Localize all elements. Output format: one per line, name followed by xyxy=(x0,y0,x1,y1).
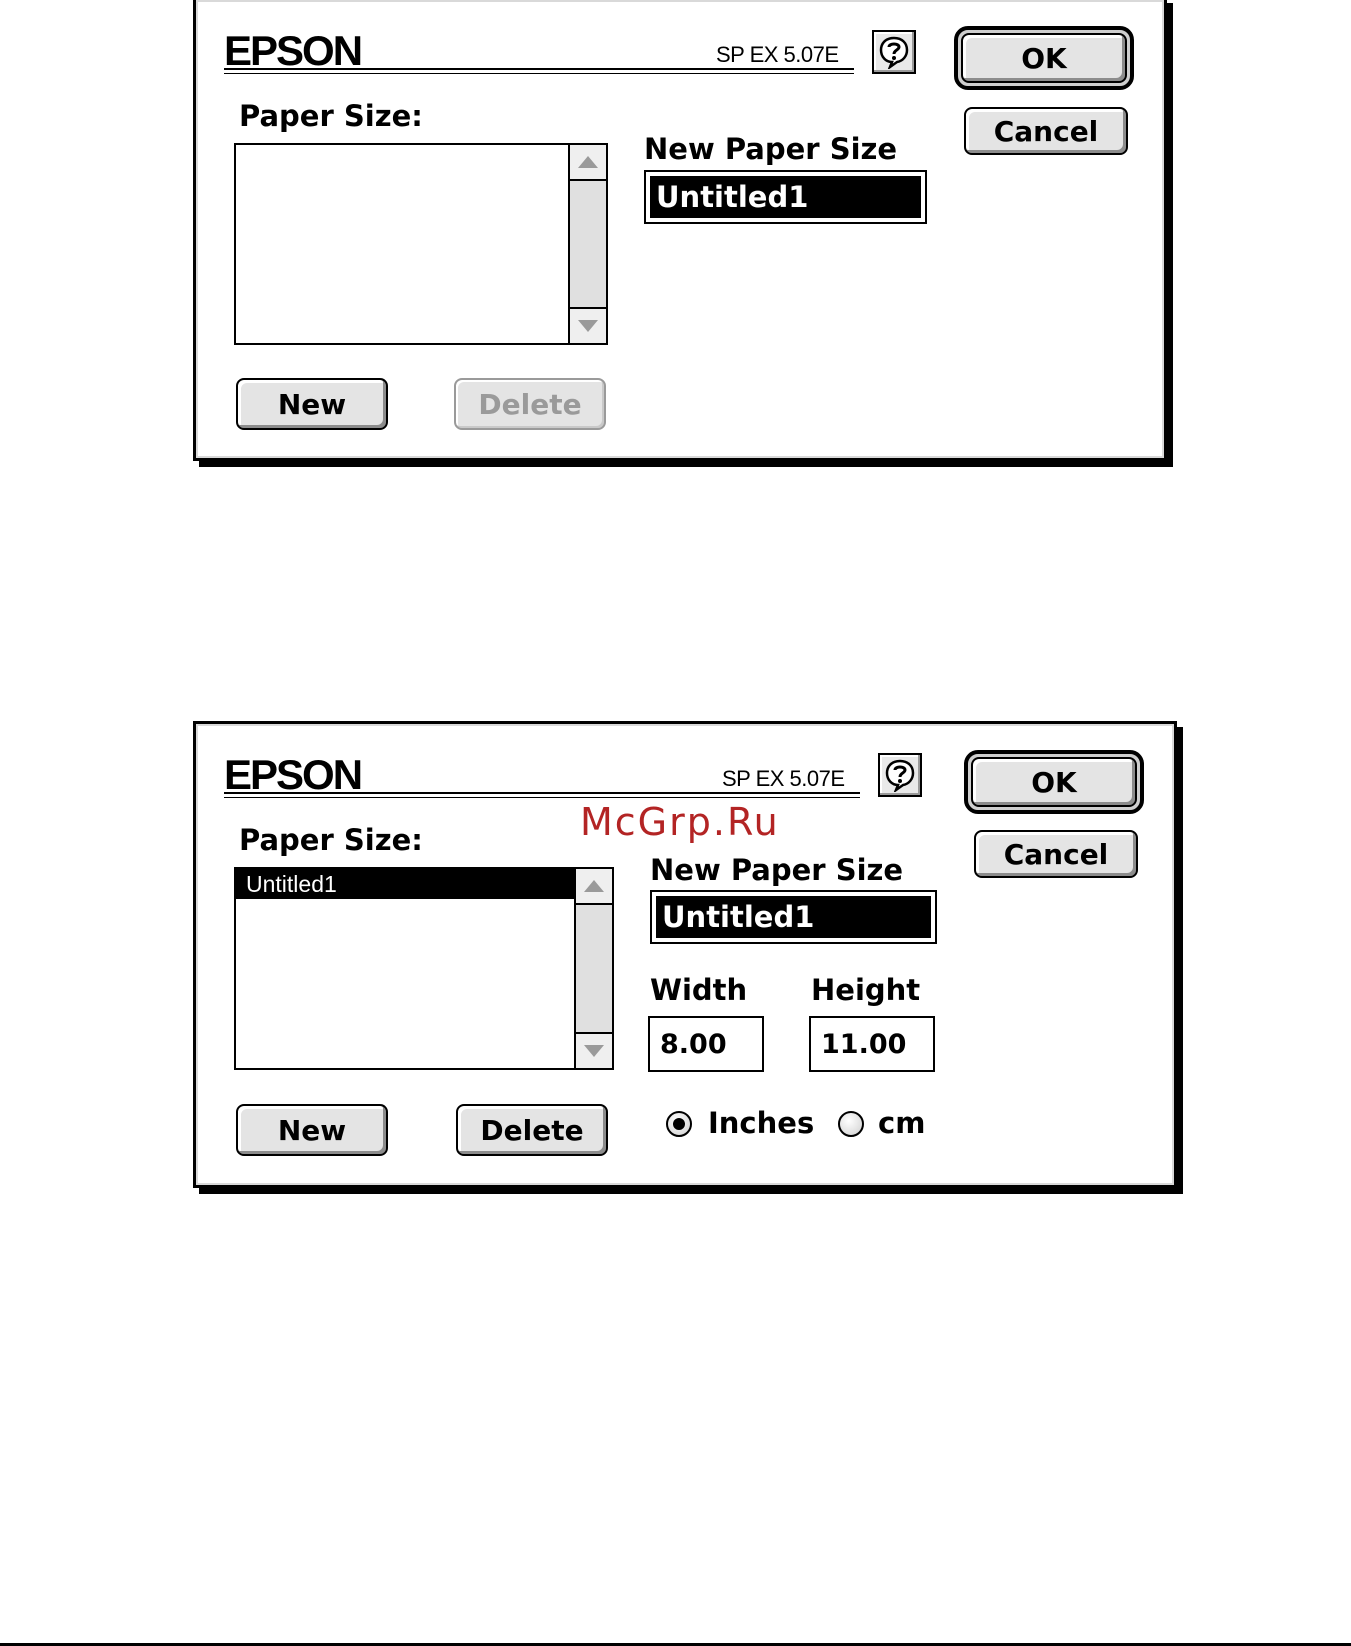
list-item-selected[interactable]: Untitled1 xyxy=(236,869,574,899)
delete-button-disabled: Delete xyxy=(454,378,606,430)
header-rule-thin xyxy=(224,797,860,798)
arrow-up-icon xyxy=(584,880,604,892)
list-scrollbar[interactable] xyxy=(574,869,612,1068)
driver-version: SP EX 5.07E xyxy=(716,42,839,67)
new-paper-size-label: New Paper Size xyxy=(644,132,898,166)
cm-label[interactable]: cm xyxy=(878,1109,925,1138)
ok-button-default-ring: OK xyxy=(964,750,1144,814)
paper-size-label: Paper Size: xyxy=(239,99,423,133)
inches-label[interactable]: Inches xyxy=(708,1109,814,1138)
paper-size-list[interactable] xyxy=(234,143,608,345)
cancel-button[interactable]: Cancel xyxy=(974,830,1138,878)
width-label: Width xyxy=(650,973,748,1007)
height-label: Height xyxy=(811,973,921,1007)
paper-size-dialog-empty: EPSON SP EX 5.07E OK Cancel Paper Size: … xyxy=(193,0,1167,461)
inches-radio[interactable] xyxy=(666,1111,692,1137)
arrow-down-icon xyxy=(584,1045,604,1057)
cancel-button[interactable]: Cancel xyxy=(964,107,1128,155)
header-rule-thin xyxy=(224,73,854,74)
new-paper-size-value: Untitled1 xyxy=(656,896,931,938)
delete-button[interactable]: Delete xyxy=(456,1104,608,1156)
epson-logo: EPSON xyxy=(224,751,363,798)
help-balloon-icon xyxy=(885,759,915,792)
ok-button[interactable]: OK xyxy=(961,33,1127,83)
scroll-down-button[interactable] xyxy=(576,1032,612,1068)
new-button[interactable]: New xyxy=(236,1104,388,1156)
arrow-down-icon xyxy=(578,320,598,332)
scroll-up-button[interactable] xyxy=(576,869,612,905)
new-paper-size-value: Untitled1 xyxy=(650,176,921,218)
help-balloon-icon xyxy=(879,36,909,69)
ok-button-default-ring: OK xyxy=(954,26,1134,90)
new-paper-size-field[interactable]: Untitled1 xyxy=(644,170,927,224)
ok-button[interactable]: OK xyxy=(971,757,1137,807)
arrow-up-icon xyxy=(578,156,598,168)
header-rule xyxy=(224,68,854,70)
epson-logo: EPSON xyxy=(224,27,363,74)
new-button[interactable]: New xyxy=(236,378,388,430)
scroll-down-button[interactable] xyxy=(570,307,606,343)
list-scrollbar[interactable] xyxy=(568,145,606,343)
help-button[interactable] xyxy=(878,753,922,797)
new-paper-size-label: New Paper Size xyxy=(650,853,904,887)
width-field[interactable]: 8.00 xyxy=(648,1016,764,1072)
paper-size-list[interactable]: Untitled1 xyxy=(234,867,614,1070)
watermark-text: McGrp.Ru xyxy=(580,800,780,844)
help-button[interactable] xyxy=(872,30,916,74)
radio-selected-dot xyxy=(673,1118,685,1130)
header-rule xyxy=(224,792,860,794)
paper-size-dialog-filled: EPSON SP EX 5.07E OK Cancel Paper Size: … xyxy=(193,721,1177,1188)
cm-radio[interactable] xyxy=(838,1111,864,1137)
new-paper-size-field[interactable]: Untitled1 xyxy=(650,890,937,944)
driver-version: SP EX 5.07E xyxy=(722,766,845,791)
scroll-up-button[interactable] xyxy=(570,145,606,181)
height-field[interactable]: 11.00 xyxy=(809,1016,935,1072)
paper-size-label: Paper Size: xyxy=(239,823,423,857)
